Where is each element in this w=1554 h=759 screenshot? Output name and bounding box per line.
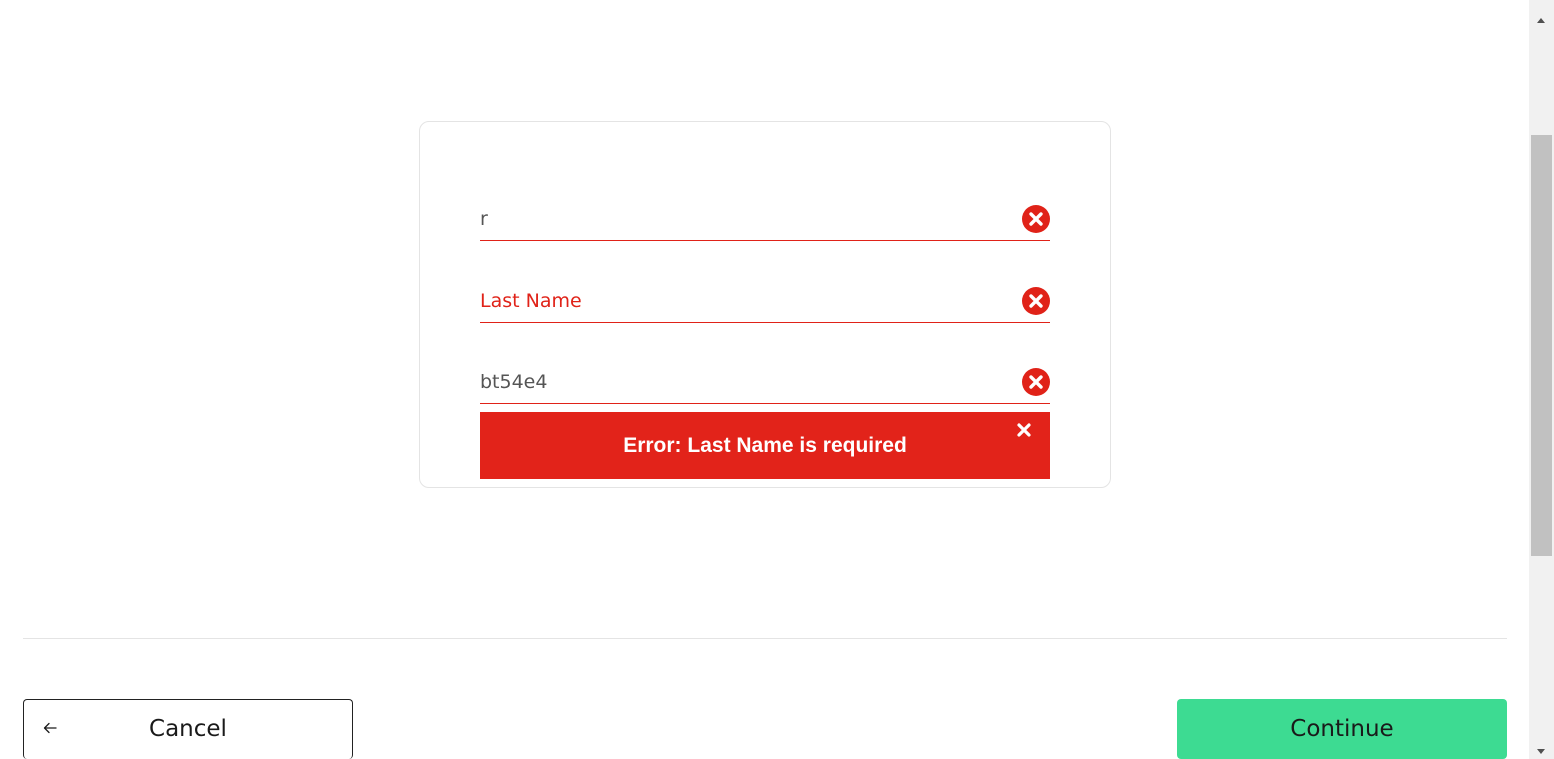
footer-divider [23,638,1507,639]
first-name-field [480,201,1050,241]
continue-label: Continue [1290,716,1394,742]
error-x-icon[interactable] [1022,205,1050,233]
cancel-button[interactable]: Cancel [23,699,353,759]
close-icon[interactable] [1014,420,1036,442]
last-name-field [480,283,1050,323]
cancel-label: Cancel [149,716,227,742]
vertical-scrollbar[interactable] [1529,0,1554,759]
third-field [480,364,1050,404]
form-card: Error: Last Name is required [419,121,1111,488]
error-x-icon[interactable] [1022,368,1050,396]
scroll-down-arrow-icon[interactable] [1536,741,1546,754]
error-banner: Error: Last Name is required [480,412,1050,479]
error-x-icon[interactable] [1022,287,1050,315]
scroll-up-arrow-icon[interactable] [1536,9,1546,23]
scrollbar-thumb[interactable] [1531,135,1552,556]
error-message: Error: Last Name is required [623,434,907,457]
last-name-input[interactable] [480,283,1010,319]
first-name-input[interactable] [480,201,1010,237]
continue-button[interactable]: Continue [1177,699,1507,759]
third-field-input[interactable] [480,364,1010,400]
